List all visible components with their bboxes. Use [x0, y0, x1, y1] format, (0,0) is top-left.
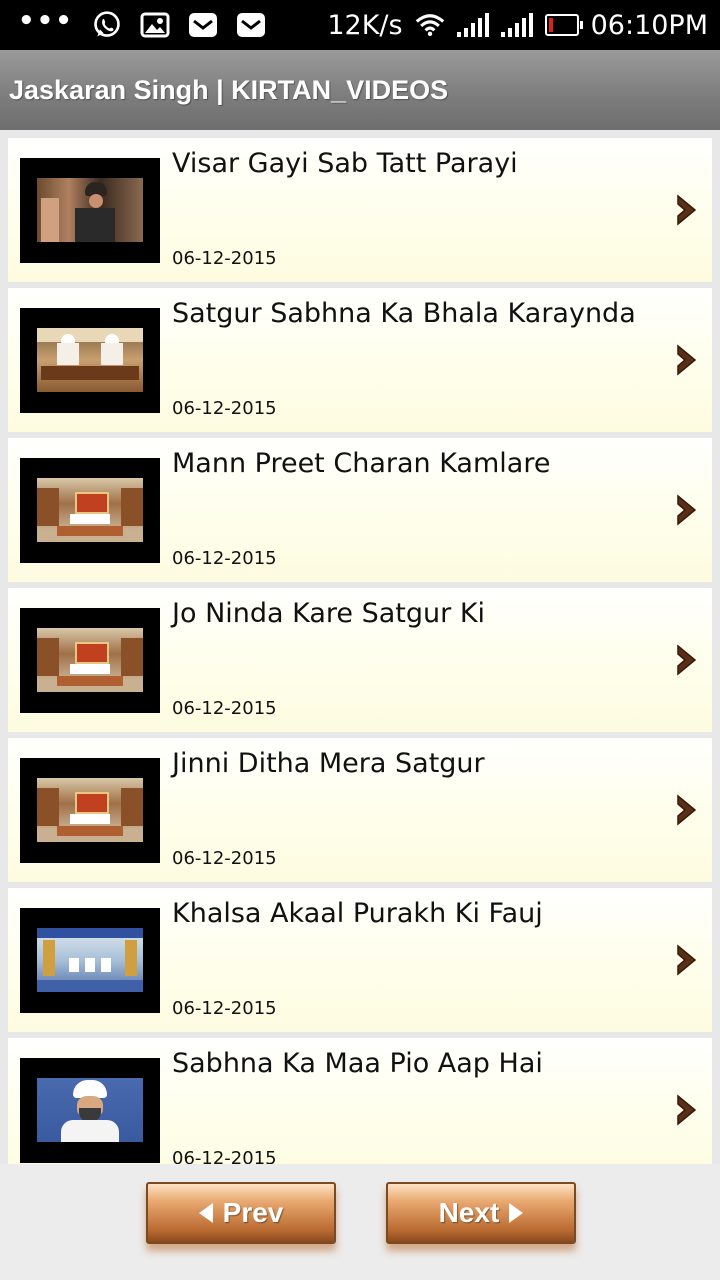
video-title: Jo Ninda Kare Satgur Ki — [172, 598, 486, 629]
list-item[interactable]: Jo Ninda Kare Satgur Ki 06-12-2015 — [8, 588, 712, 732]
video-date: 06-12-2015 — [172, 848, 277, 869]
list-item[interactable]: Visar Gayi Sab Tatt Parayi 06-12-2015 — [8, 138, 712, 282]
next-button[interactable]: Next — [386, 1182, 576, 1244]
status-bar: ••• 12K/s 06:10PM — [0, 0, 720, 50]
list-item[interactable]: Jinni Ditha Mera Satgur 06-12-2015 — [8, 738, 712, 882]
list-item[interactable]: Satgur Sabhna Ka Bhala Karaynda 06-12-20… — [8, 288, 712, 432]
chevron-right-icon[interactable] — [674, 943, 700, 977]
chevron-right-icon[interactable] — [674, 643, 700, 677]
arrow-left-icon — [198, 1203, 213, 1223]
video-list[interactable]: Visar Gayi Sab Tatt Parayi 06-12-2015 Sa… — [0, 130, 720, 1164]
video-date: 06-12-2015 — [172, 998, 277, 1019]
video-thumbnail[interactable] — [20, 458, 160, 563]
chevron-right-icon[interactable] — [674, 343, 700, 377]
chevron-right-icon[interactable] — [674, 193, 700, 227]
signal-icon — [456, 13, 489, 37]
video-date: 06-12-2015 — [172, 698, 277, 719]
video-title: Visar Gayi Sab Tatt Parayi — [172, 148, 518, 179]
mail-icon — [236, 10, 266, 40]
wifi-icon — [415, 10, 445, 40]
video-date: 06-12-2015 — [172, 1148, 277, 1164]
video-date: 06-12-2015 — [172, 398, 277, 419]
prev-button-label: Prev — [222, 1197, 284, 1228]
video-thumbnail[interactable] — [20, 758, 160, 863]
video-thumbnail[interactable] — [20, 608, 160, 713]
video-title: Jinni Ditha Mera Satgur — [172, 748, 485, 779]
prev-button[interactable]: Prev — [146, 1182, 336, 1244]
battery-icon — [544, 14, 583, 36]
signal-icon — [500, 13, 533, 37]
video-title: Khalsa Akaal Purakh Ki Fauj — [172, 898, 543, 929]
video-thumbnail[interactable] — [20, 1058, 160, 1163]
next-button-label: Next — [438, 1197, 500, 1228]
whatsapp-icon — [92, 10, 122, 40]
chevron-right-icon[interactable] — [674, 1093, 700, 1127]
gallery-icon — [140, 10, 170, 40]
clock: 06:10PM — [590, 9, 708, 41]
list-item[interactable]: Sabhna Ka Maa Pio Aap Hai 06-12-2015 — [8, 1038, 712, 1164]
chevron-right-icon[interactable] — [674, 793, 700, 827]
chevron-right-icon[interactable] — [674, 493, 700, 527]
video-date: 06-12-2015 — [172, 548, 277, 569]
app-header: Jaskaran Singh | KIRTAN_VIDEOS — [0, 50, 720, 130]
mail-icon — [188, 10, 218, 40]
video-thumbnail[interactable] — [20, 908, 160, 1013]
pagination-bar: Prev Next — [0, 1164, 720, 1280]
video-title: Mann Preet Charan Kamlare — [172, 448, 551, 479]
more-notifications-icon: ••• — [18, 6, 74, 36]
arrow-right-icon — [509, 1203, 524, 1223]
list-item[interactable]: Mann Preet Charan Kamlare 06-12-2015 — [8, 438, 712, 582]
video-thumbnail[interactable] — [20, 308, 160, 413]
video-title: Sabhna Ka Maa Pio Aap Hai — [172, 1048, 543, 1079]
network-speed: 12K/s — [327, 9, 403, 41]
video-thumbnail[interactable] — [20, 158, 160, 263]
video-title: Satgur Sabhna Ka Bhala Karaynda — [172, 298, 636, 329]
page-title: Jaskaran Singh | KIRTAN_VIDEOS — [9, 75, 449, 105]
video-date: 06-12-2015 — [172, 248, 277, 269]
list-item[interactable]: Khalsa Akaal Purakh Ki Fauj 06-12-2015 — [8, 888, 712, 1032]
